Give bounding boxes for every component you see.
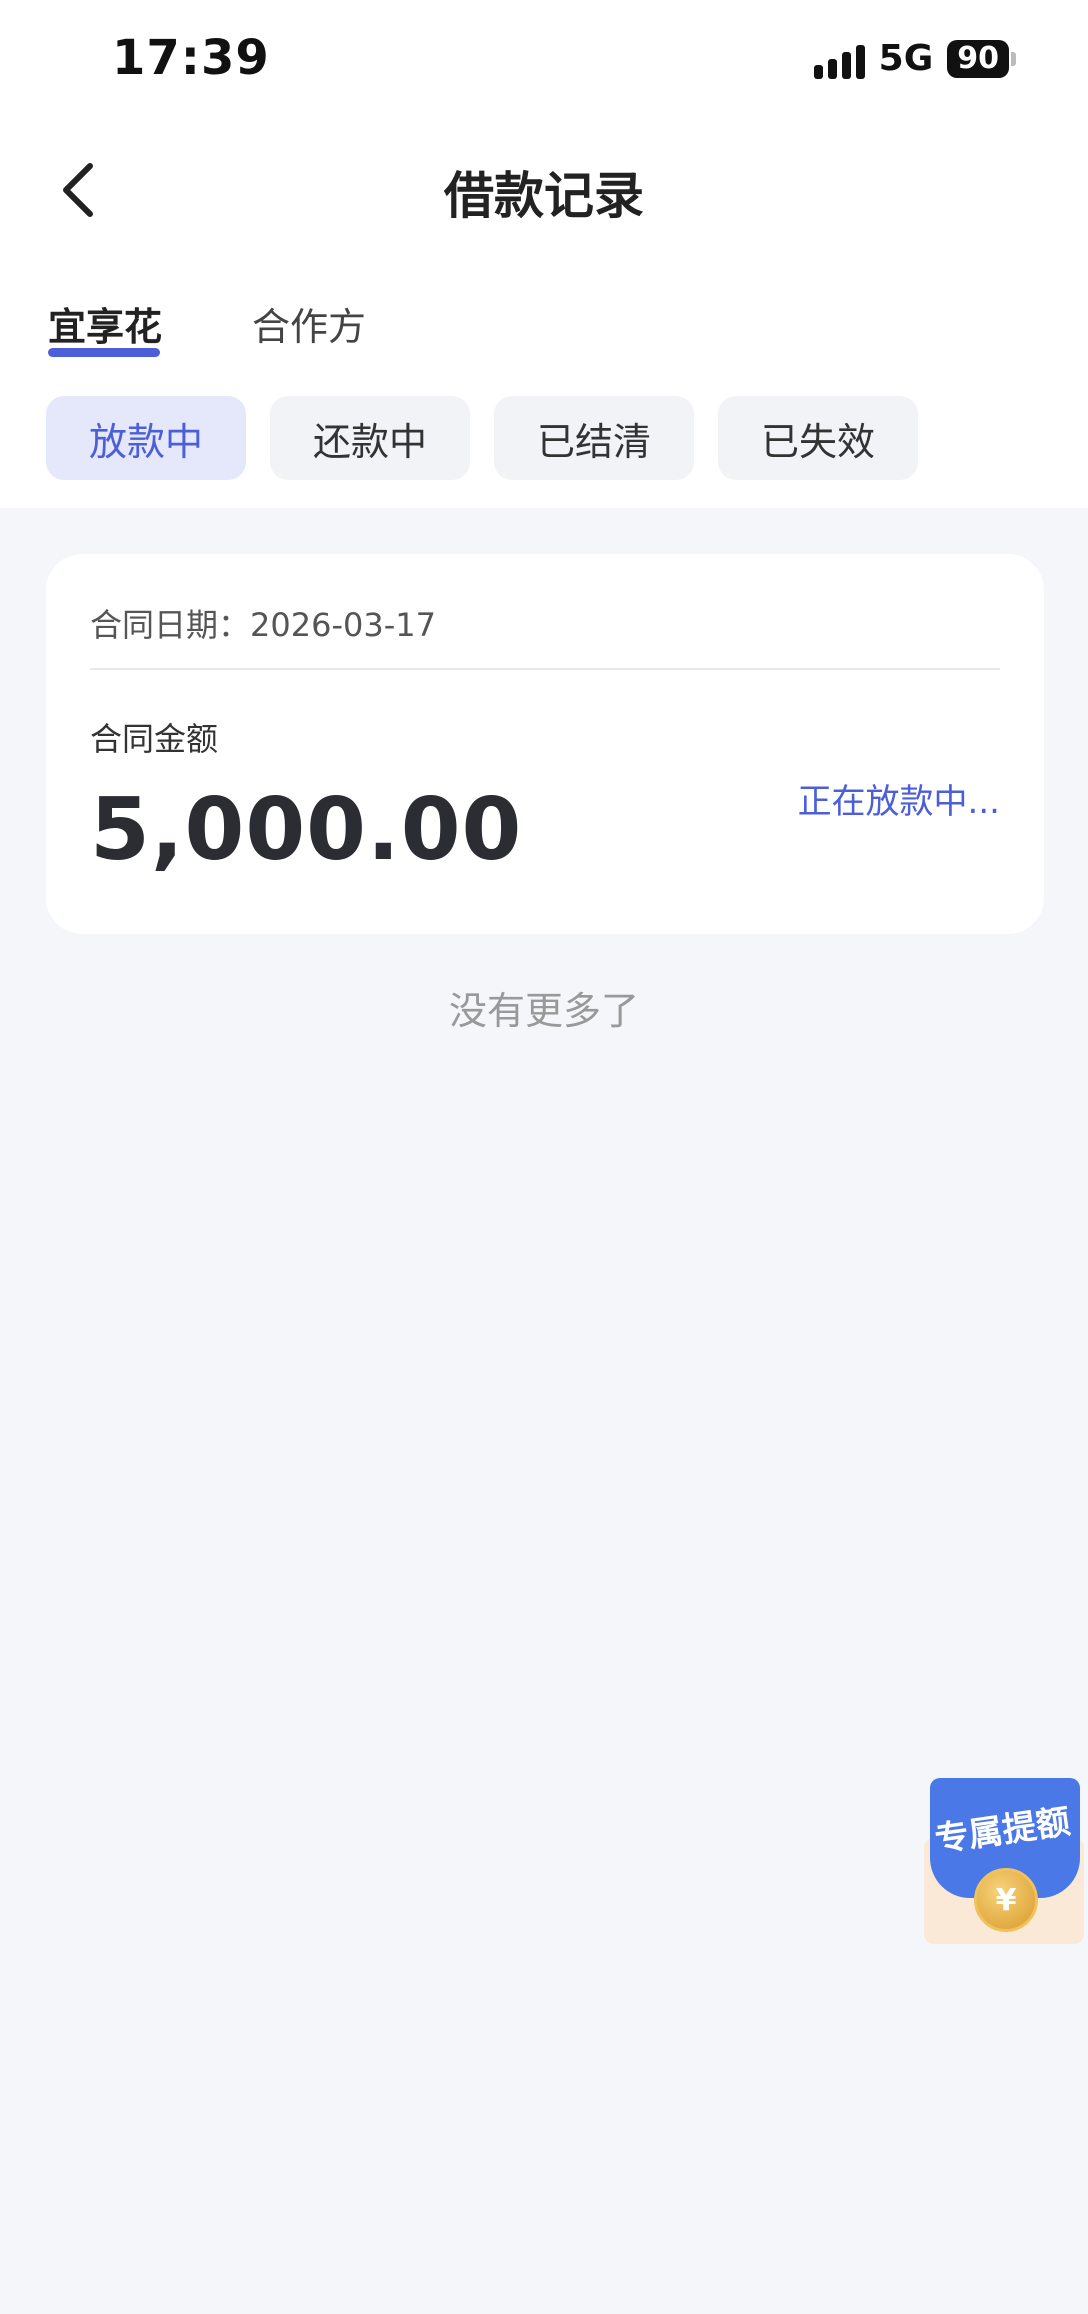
divider xyxy=(90,668,1000,670)
contract-date: 合同日期：2026-03-17 xyxy=(90,606,436,644)
coin-icon: ¥ xyxy=(974,1868,1038,1932)
signal-icon xyxy=(813,39,865,79)
network-type: 5G xyxy=(878,38,934,79)
battery-icon: 90 xyxy=(947,39,1016,78)
chip-expired[interactable]: 已失效 xyxy=(718,396,918,480)
contract-amount-label: 合同金额 xyxy=(90,720,219,758)
tab-partner[interactable]: 合作方 xyxy=(252,296,366,351)
exclusive-limit-increase-badge[interactable]: 专属提额 ¥ xyxy=(924,1778,1084,1944)
list-end-text: 没有更多了 xyxy=(448,989,639,1033)
status-time: 17:39 xyxy=(112,30,270,86)
contract-amount: 5,000.00 xyxy=(90,780,523,880)
tab-yixianghua[interactable]: 宜享花 xyxy=(48,296,162,351)
status-filter-chips: 放款中 还款中 已结清 已失效 xyxy=(46,396,918,480)
loan-record-card[interactable]: 合同日期：2026-03-17 合同金额 5,000.00 正在放款中... xyxy=(46,554,1044,934)
chip-settled[interactable]: 已结清 xyxy=(494,396,694,480)
chip-disbursing[interactable]: 放款中 xyxy=(46,396,246,480)
battery-level: 90 xyxy=(947,39,1009,78)
chip-repaying[interactable]: 还款中 xyxy=(270,396,470,480)
loan-status[interactable]: 正在放款中... xyxy=(798,774,1000,823)
active-tab-indicator xyxy=(48,348,160,357)
status-indicators: 5G 90 xyxy=(813,38,1016,79)
page-title: 借款记录 xyxy=(444,167,644,225)
